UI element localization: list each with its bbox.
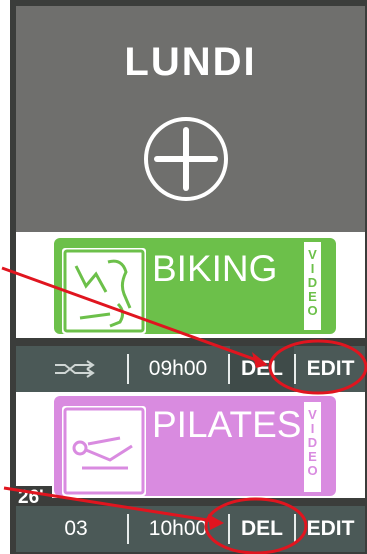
separator [127, 514, 129, 544]
session-tile-pilates[interactable]: PILATES V I D E O [54, 396, 336, 496]
delete-button[interactable]: DEL [230, 506, 294, 552]
session-tile-biking[interactable]: BIKING V I D E O [54, 238, 336, 334]
session-thumbnail [62, 248, 146, 334]
day-panel: LUNDI BIKING V I D E O 09h00 DEL EDIT PI… [10, 0, 367, 554]
video-tag: V I D E O [304, 242, 321, 330]
shuffle-icon [55, 360, 95, 378]
video-label: V I D E O [307, 247, 318, 318]
session-time[interactable]: 10h00 [130, 506, 226, 552]
session-count: 03 [64, 517, 88, 540]
add-session-button[interactable] [141, 114, 231, 204]
session-thumbnail [62, 406, 146, 496]
delete-button[interactable]: DEL [230, 346, 294, 392]
edit-button[interactable]: EDIT [296, 506, 365, 552]
separator [127, 354, 129, 384]
session-time[interactable]: 09h00 [130, 346, 226, 392]
session-action-bar: 09h00 DEL EDIT [16, 346, 365, 392]
pilates-icon [63, 407, 145, 495]
session-title: PILATES [152, 404, 302, 445]
session-title: BIKING [152, 248, 278, 289]
add-circle-icon [144, 117, 228, 201]
day-header: LUNDI [16, 6, 365, 232]
shuffle-button[interactable] [36, 346, 116, 392]
edit-button[interactable]: EDIT [296, 346, 365, 392]
bike-icon [63, 249, 145, 333]
video-tag: V I D E O [304, 402, 321, 492]
session-action-bar: 03 10h00 DEL EDIT [16, 506, 365, 552]
day-title: LUNDI [124, 40, 257, 84]
video-label: V I D E O [307, 407, 318, 478]
